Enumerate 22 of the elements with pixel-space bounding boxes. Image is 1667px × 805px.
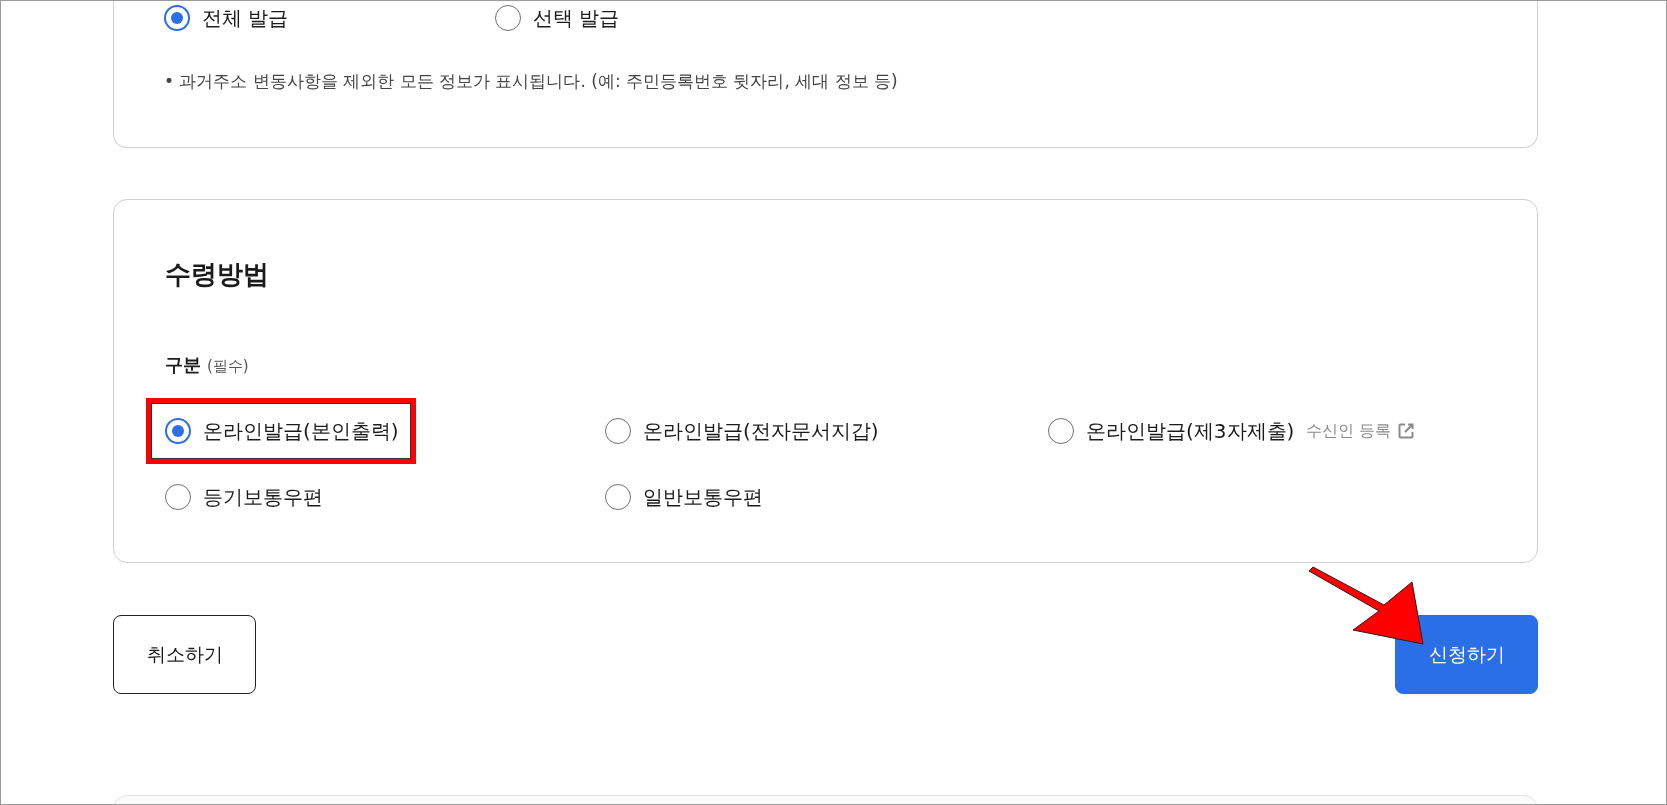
- radio-option[interactable]: 일반보통우편: [605, 483, 763, 511]
- radio-option[interactable]: 선택 발급: [495, 4, 826, 32]
- radio-option[interactable]: 온라인발급(제3자제출): [1048, 417, 1295, 445]
- external-link-icon: [1397, 422, 1416, 440]
- note-text: • 과거주소 변동사항을 제외한 모든 정보가 표시됩니다. (예: 주민등록번호 뒷자리, 세대 정보 등): [164, 70, 899, 93]
- required-hint: (필수): [207, 356, 249, 377]
- submit-button[interactable]: 신청하기: [1395, 615, 1538, 694]
- radio-button[interactable]: [495, 5, 521, 31]
- radio-button[interactable]: [1048, 418, 1074, 444]
- radio-button[interactable]: [605, 418, 631, 444]
- radio-button[interactable]: [165, 484, 191, 510]
- radio-button[interactable]: [605, 484, 631, 510]
- field-label: 구분: [165, 353, 201, 377]
- radio-option[interactable]: 온라인발급(전자문서지갑): [605, 417, 879, 445]
- radio-button[interactable]: [165, 418, 191, 444]
- radio-button[interactable]: [164, 5, 190, 31]
- radio-option[interactable]: 전체 발급: [164, 4, 495, 32]
- register-link[interactable]: 수신인 등록: [1306, 420, 1416, 442]
- radio-option[interactable]: 등기보통우편: [165, 483, 323, 511]
- radio-option[interactable]: 온라인발급(본인출력): [165, 417, 399, 445]
- section-title: 수령방법: [165, 259, 270, 289]
- cancel-button[interactable]: 취소하기: [113, 615, 256, 694]
